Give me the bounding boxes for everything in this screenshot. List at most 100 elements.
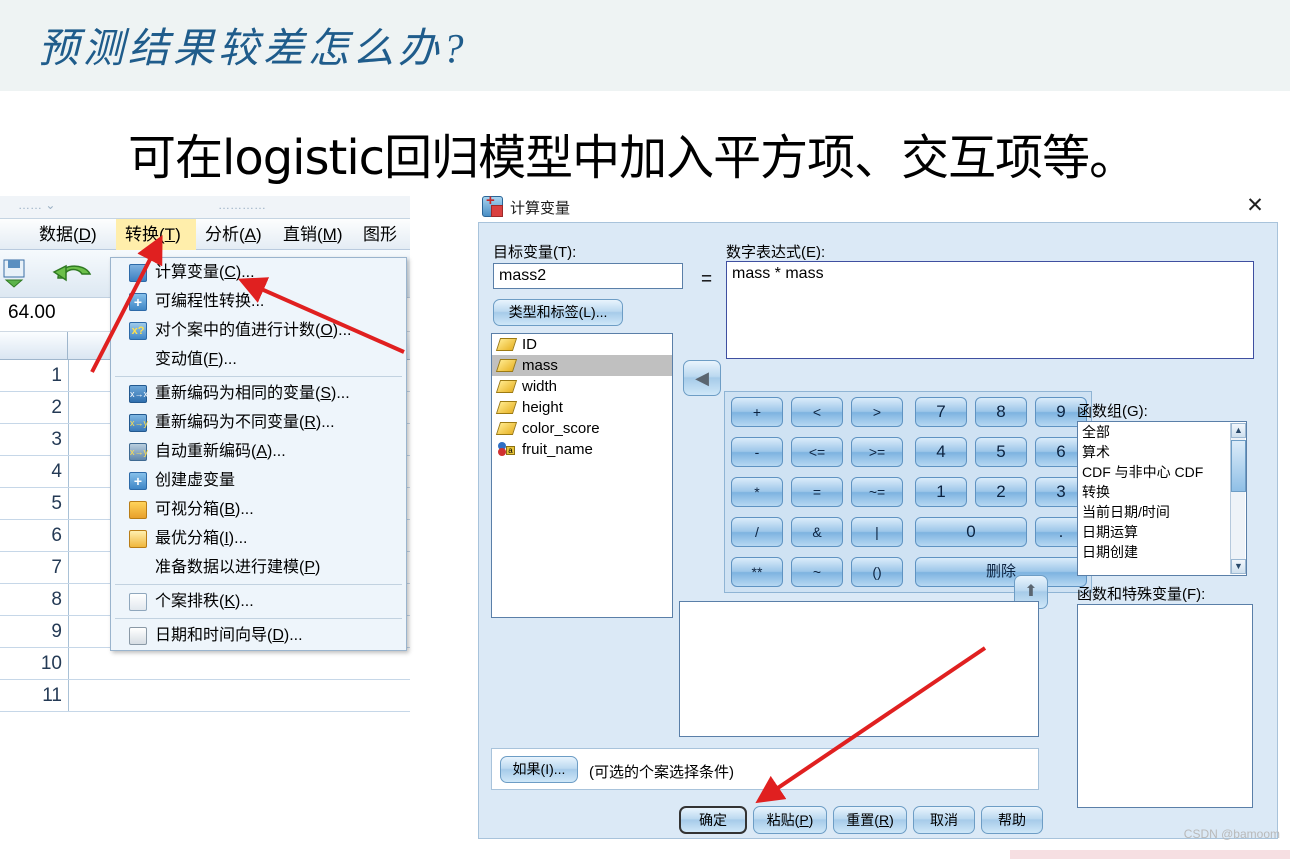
keypad-key-<[interactable]: < <box>791 397 843 427</box>
keypad-key-&[interactable]: & <box>791 517 843 547</box>
list-item[interactable]: mass <box>492 355 672 376</box>
ghost-text-left: …… ⌄ <box>18 198 56 212</box>
table-row[interactable]: 10 <box>0 648 410 680</box>
menu-item-visual-binning[interactable]: 可视分箱(B)... <box>111 495 406 524</box>
row-number: 11 <box>42 685 62 706</box>
footer-button-4[interactable]: 帮助 <box>981 806 1043 834</box>
keypad-key->=[interactable]: >= <box>851 437 903 467</box>
menu-item-date-time-wizard[interactable]: 日期和时间向导(D)... <box>111 621 406 650</box>
keypad-key-**[interactable]: ** <box>731 557 783 587</box>
list-item[interactable]: 转换 <box>1078 482 1246 502</box>
keypad-key-+[interactable]: + <box>731 397 783 427</box>
scroll-down-icon[interactable]: ▼ <box>1231 559 1246 574</box>
list-item[interactable]: 全部 <box>1078 422 1246 442</box>
footer-button-0[interactable]: 确定 <box>679 806 747 834</box>
menu-item-label: 日期和时间向导(D)... <box>155 627 303 644</box>
variable-list[interactable]: ID mass width height color_score a fruit_name <box>491 333 673 618</box>
variable-name: fruit_name <box>522 441 593 458</box>
menu-item-label: 可视分箱(B)... <box>155 501 254 518</box>
keypad-key-<=[interactable]: <= <box>791 437 843 467</box>
keypad-key-1[interactable]: 1 <box>915 477 967 507</box>
menu-item-rank-cases[interactable]: 个案排秩(K)... <box>111 587 406 616</box>
decorative-strip <box>1010 850 1290 859</box>
keypad-key-/[interactable]: / <box>731 517 783 547</box>
data-cell[interactable] <box>69 680 410 711</box>
list-item[interactable]: a fruit_name <box>492 439 672 460</box>
menu-item-label: 对个案中的值进行计数(O)... <box>155 322 352 339</box>
footer-button-1[interactable]: 粘贴(P) <box>753 806 827 834</box>
type-and-label-button[interactable]: 类型和标签(L)... <box>493 299 623 326</box>
data-cell[interactable] <box>69 648 410 679</box>
footer-button-2[interactable]: 重置(R) <box>833 806 907 834</box>
rank-cases-icon <box>129 593 147 611</box>
list-item[interactable]: height <box>492 397 672 418</box>
menu-item-create-dummy[interactable]: + 创建虚变量 <box>111 466 406 495</box>
list-item[interactable]: color_score <box>492 418 672 439</box>
keypad-key-7[interactable]: 7 <box>915 397 967 427</box>
keypad-key-|[interactable]: | <box>851 517 903 547</box>
if-button[interactable]: 如果(I)... <box>500 756 578 783</box>
keypad-key-2[interactable]: 2 <box>975 477 1027 507</box>
transform-dropdown-menu[interactable]: 计算变量(C)... + 可编程性转换... x? 对个案中的值进行计数(O)... 变动… <box>110 257 407 651</box>
dialog-title: 计算变量 <box>510 200 571 217</box>
list-item[interactable]: 日期运算 <box>1078 522 1246 542</box>
keypad-key-4[interactable]: 4 <box>915 437 967 467</box>
menu-item-programmability-transform[interactable]: + 可编程性转换... <box>111 287 406 316</box>
keypad-key--[interactable]: - <box>731 437 783 467</box>
menu-item-recode-different[interactable]: x→y 重新编码为不同变量(R)... <box>111 408 406 437</box>
menu-item-label: 变动值(F)... <box>155 351 237 368</box>
menu-item-prepare-data[interactable]: 准备数据以进行建模(P) <box>111 553 406 582</box>
menu-item-count-values[interactable]: x? 对个案中的值进行计数(O)... <box>111 316 406 345</box>
function-group-scrollbar[interactable]: ▲ ▼ <box>1230 423 1246 574</box>
menu-item-label: 重新编码为相同的变量(S)... <box>155 385 350 402</box>
keypad-key-*[interactable]: * <box>731 477 783 507</box>
list-item[interactable]: width <box>492 376 672 397</box>
menu-separator <box>115 376 402 377</box>
menu-item-label: 创建虚变量 <box>155 472 236 489</box>
menu-item-2[interactable]: 分析(A) <box>196 219 274 251</box>
function-group-list[interactable]: 全部 算术 CDF 与非中心 CDF 转换 当前日期/时间 日期运算 日期创建 ▲ ▼ <box>1077 421 1247 576</box>
keypad-key->[interactable]: > <box>851 397 903 427</box>
scroll-up-icon[interactable]: ▲ <box>1231 423 1246 438</box>
menu-item-label: 计算变量(C)... <box>155 264 255 281</box>
numeric-expression-input[interactable]: mass * mass <box>726 261 1254 359</box>
undo-icon[interactable] <box>52 258 96 293</box>
menu-item-optimal-binning[interactable]: 最优分箱(I)... <box>111 524 406 553</box>
keypad-key-=[interactable]: = <box>791 477 843 507</box>
functions-list[interactable] <box>1077 604 1253 808</box>
scrollbar-thumb[interactable] <box>1231 440 1246 492</box>
list-item[interactable]: 当前日期/时间 <box>1078 502 1246 522</box>
row-number: 10 <box>40 653 62 674</box>
keypad-key-5[interactable]: 5 <box>975 437 1027 467</box>
menu-item-4[interactable]: 图形 <box>354 219 414 251</box>
keypad-key-0[interactable]: 0 <box>915 517 1027 547</box>
menu-item-0[interactable]: 数据(D) <box>30 219 116 251</box>
keypad-key-删除[interactable]: 删除 <box>915 557 1087 587</box>
list-item[interactable]: 日期创建 <box>1078 542 1246 562</box>
dialog-footer: 确定 粘贴(P) 重置(R) 取消 帮助 <box>679 806 1043 838</box>
menu-item-shift-values[interactable]: 变动值(F)... <box>111 345 406 374</box>
scale-measure-icon <box>495 338 518 351</box>
keypad-key-~=[interactable]: ~= <box>851 477 903 507</box>
list-item[interactable]: ID <box>492 334 672 355</box>
save-icon[interactable] <box>0 258 30 293</box>
calculator-keypad[interactable]: + < >7 8 9- <= >= 4 5 6 * = ~= 1 2 3/& | 0. ** ~() 删除 <box>724 391 1092 593</box>
keypad-key-8[interactable]: 8 <box>975 397 1027 427</box>
list-item[interactable]: 算术 <box>1078 442 1246 462</box>
move-right-arrow-button[interactable]: ◀ <box>683 360 721 396</box>
menu-item-1[interactable]: 转换(T) <box>116 219 196 251</box>
compute-variable-dialog: 计算变量 ✕ 目标变量(T): mass2 = 类型和标签(L)... 数字表达… <box>478 191 1278 839</box>
menu-item-automatic-recode[interactable]: x→y 自动重新编码(A)... <box>111 437 406 466</box>
menu-item-3[interactable]: 直销(M) <box>274 219 354 251</box>
window-top-strip: …… ⌄ ………… <box>0 196 410 218</box>
list-item[interactable]: CDF 与非中心 CDF <box>1078 462 1246 482</box>
table-row[interactable]: 11 <box>0 680 410 712</box>
keypad-key-()[interactable]: () <box>851 557 903 587</box>
footer-button-3[interactable]: 取消 <box>913 806 975 834</box>
cell-value: 64.00 <box>8 302 56 323</box>
target-variable-input[interactable]: mass2 <box>493 263 683 289</box>
keypad-key-~[interactable]: ~ <box>791 557 843 587</box>
menu-item-recode-same[interactable]: x→x 重新编码为相同的变量(S)... <box>111 379 406 408</box>
menu-item-compute-variable[interactable]: 计算变量(C)... <box>111 258 406 287</box>
close-icon[interactable]: ✕ <box>1242 195 1268 219</box>
